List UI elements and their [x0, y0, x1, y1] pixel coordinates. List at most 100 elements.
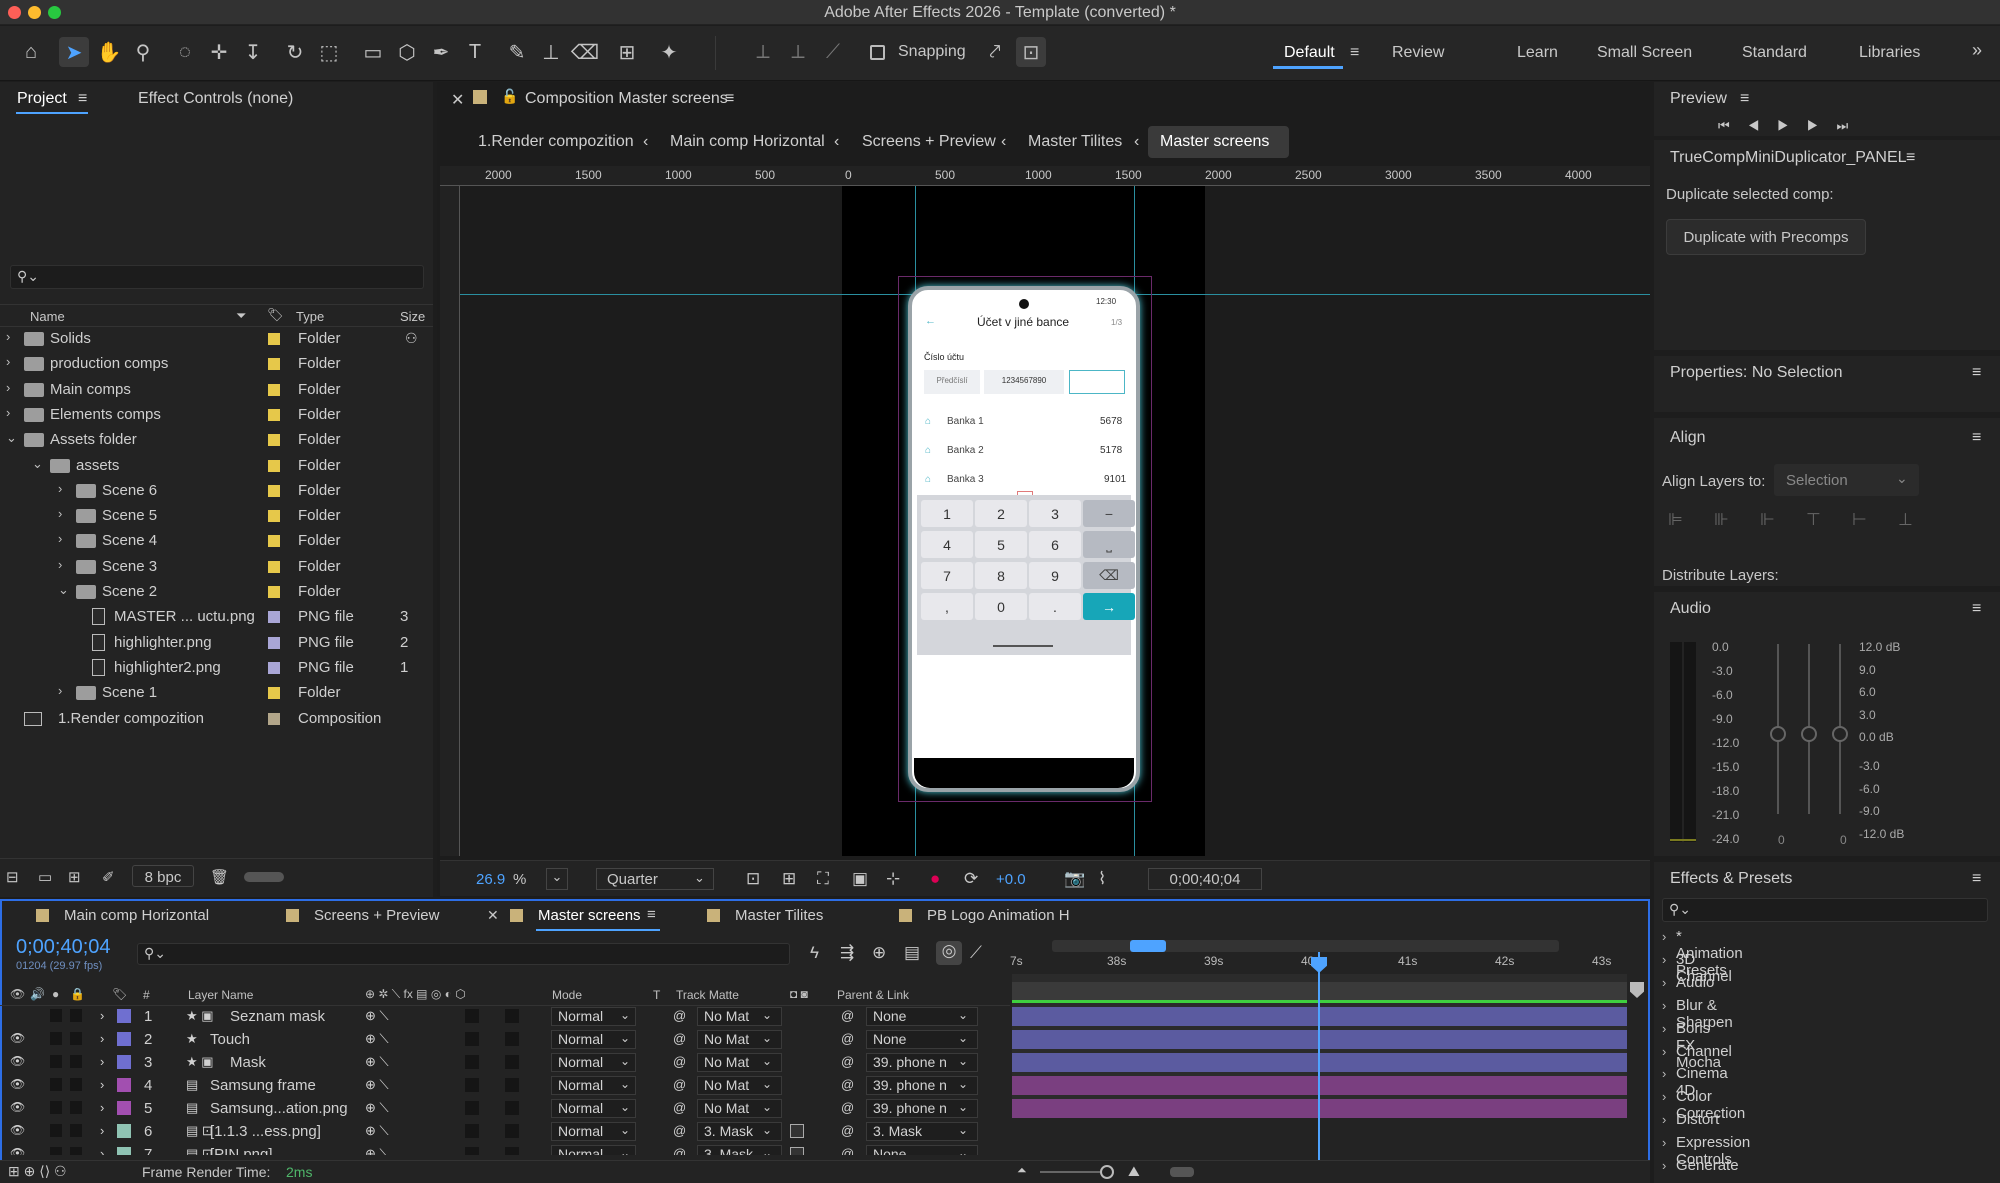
project-item[interactable]: highlighter2.png PNG file 1: [0, 655, 430, 680]
pickwhip-icon[interactable]: @: [673, 1123, 686, 1138]
layer-row[interactable]: 👁 › 3 ★ ▣ Mask ⊕ ⟍ Normal ⌄ @ No Mat ⌄ @39. phone n…: [0, 1051, 1010, 1074]
preview-menu-icon[interactable]: ≡: [1740, 90, 1749, 108]
label-swatch[interactable]: [268, 712, 280, 725]
lock-toggle[interactable]: [70, 1101, 82, 1114]
project-item[interactable]: › Scene 4 Folder: [0, 528, 430, 553]
chevron-right-icon[interactable]: ›: [1662, 1112, 1666, 1127]
label-swatch[interactable]: [268, 333, 280, 345]
zoom-tool-icon[interactable]: ⚲: [128, 37, 158, 67]
layer-row[interactable]: 👁 › 2 ★ Touch ⊕ ⟍ Normal ⌄ @ No Mat ⌄ @ None ⌄: [0, 1028, 1010, 1051]
align-top-icon[interactable]: ⊤: [1806, 510, 1821, 530]
comp-flowchart-icon[interactable]: ⇶: [840, 943, 854, 963]
layer-switch-box[interactable]: [465, 1101, 479, 1115]
tab-effect-controls[interactable]: Effect Controls (none): [138, 90, 293, 108]
zoom-in-icon[interactable]: ⛰: [1128, 1163, 1140, 1180]
project-item[interactable]: ⌄ Scene 2 Folder: [0, 579, 430, 604]
exposure-value[interactable]: +0.0: [996, 871, 1026, 888]
project-item[interactable]: highlighter.png PNG file 2: [0, 630, 430, 655]
parent-pickwhip-icon[interactable]: @: [841, 1054, 854, 1069]
label-swatch[interactable]: [268, 687, 280, 700]
workspace-small-screen[interactable]: Small Screen: [1597, 44, 1692, 62]
parent-pickwhip-icon[interactable]: @: [841, 1031, 854, 1046]
breadcrumb-master-screens[interactable]: Master screens: [1160, 133, 1269, 151]
chevron-right-icon[interactable]: ›: [1662, 929, 1666, 944]
layer-row[interactable]: 👁 › 6 ▤ ⊡ [1.1.3 ...ess.png] ⊕ ⟍ Normal ⌄ @3. Ma…: [0, 1120, 1010, 1143]
axis-view-icon[interactable]: ⟋: [818, 37, 848, 67]
properties-menu-icon[interactable]: ≡: [1972, 364, 1981, 382]
snap-edge-icon[interactable]: ⤤: [980, 37, 1010, 67]
close-comp-tab-icon[interactable]: ✕: [451, 90, 464, 110]
chevron-right-icon[interactable]: ›: [1662, 1021, 1666, 1036]
channels-icon[interactable]: ●: [930, 869, 940, 889]
layer-switch-box[interactable]: [505, 1124, 519, 1138]
clone-stamp-tool-icon[interactable]: ⊥: [536, 37, 566, 67]
label-swatch[interactable]: [268, 661, 280, 674]
layer-switches-icon[interactable]: ⊕ ⟍: [365, 1146, 389, 1155]
breadcrumb-main-comp-horizontal[interactable]: Main comp Horizontal: [670, 133, 825, 151]
current-time-display[interactable]: 0;00;40;04: [1148, 868, 1262, 890]
roto-brush-tool-icon[interactable]: ⊞: [612, 37, 642, 67]
toggle-switches-icon[interactable]: ⊞ ⊕ ⟨⟩ ⚇: [8, 1163, 67, 1180]
layer-row[interactable]: 👁 › 7 ▤ ⊡ [PIN.png] ⊕ ⟍ Normal ⌄ @3. Mask ⌄ @ None ⌄: [0, 1143, 1010, 1155]
label-column-icon[interactable]: 🏷: [267, 307, 284, 323]
solo-toggle[interactable]: [50, 1147, 62, 1155]
layer-switches-icon[interactable]: ⊕ ⟍: [365, 1077, 389, 1093]
audio-visibility-icon[interactable]: 🔊: [30, 987, 45, 1001]
chevron-down-icon[interactable]: ⌄: [32, 456, 43, 472]
effect-category[interactable]: Audio: [1676, 974, 1714, 991]
layer-switch-box[interactable]: [465, 1147, 479, 1155]
parent-pickwhip-icon[interactable]: @: [841, 1077, 854, 1092]
region-of-interest-icon[interactable]: ▣: [852, 869, 868, 889]
chevron-right-icon[interactable]: ›: [58, 481, 62, 496]
lock-toggle[interactable]: [70, 1147, 82, 1155]
project-item[interactable]: ⌄ Assets folder Folder: [0, 427, 430, 452]
align-left-icon[interactable]: ⊫: [1668, 510, 1683, 530]
layer-label-swatch[interactable]: [117, 1032, 131, 1046]
more-workspaces-icon[interactable]: »: [1972, 40, 1982, 61]
project-item[interactable]: › Scene 3 Folder: [0, 554, 430, 579]
axis-local-icon[interactable]: ⟂: [748, 37, 778, 67]
layer-label-swatch[interactable]: [117, 1055, 131, 1069]
home-icon[interactable]: ⌂: [16, 37, 46, 67]
layer-name[interactable]: Samsung...ation.png: [210, 1100, 348, 1117]
solo-toggle[interactable]: [50, 1124, 62, 1137]
layer-switches-icon[interactable]: ⊕ ⟍: [365, 1031, 389, 1047]
chevron-right-icon[interactable]: ›: [1662, 1158, 1666, 1173]
axis-world-icon[interactable]: ⟂: [783, 37, 813, 67]
timeline-tab[interactable]: Screens + Preview: [314, 907, 439, 924]
shy-layers-icon[interactable]: ⊕: [872, 943, 886, 963]
comp-menu-icon[interactable]: ≡: [725, 90, 734, 108]
layer-search-input[interactable]: ⚲⌄: [137, 943, 790, 965]
timeline-tab[interactable]: PB Logo Animation H: [927, 907, 1070, 924]
mask-visibility-icon[interactable]: ⛶: [817, 869, 829, 889]
layer-row[interactable]: 👁 › 4 ▤ Samsung frame ⊕ ⟍ Normal ⌄ @ No Mat ⌄ @39. …: [0, 1074, 1010, 1097]
snapshot-icon[interactable]: 📷: [1064, 869, 1085, 889]
layer-switches-icon[interactable]: ⊕ ⟍: [365, 1008, 389, 1024]
layer-switch-box[interactable]: [505, 1032, 519, 1046]
selection-tool-icon[interactable]: ➤: [59, 37, 89, 67]
pickwhip-icon[interactable]: @: [673, 1008, 686, 1023]
eraser-tool-icon[interactable]: ⌫: [570, 37, 600, 67]
chevron-right-icon[interactable]: ›: [100, 1146, 104, 1155]
timeline-zoom-knob[interactable]: [1100, 1165, 1114, 1179]
3d-cube-tool-icon[interactable]: ⬡: [392, 37, 422, 67]
label-swatch[interactable]: [268, 383, 280, 396]
eye-icon[interactable]: 👁: [10, 1100, 25, 1114]
layer-switches-icon[interactable]: ⊕ ⟍: [365, 1054, 389, 1070]
eye-icon[interactable]: 👁: [10, 1146, 25, 1155]
layer-switch-box[interactable]: [465, 1124, 479, 1138]
solo-toggle[interactable]: [50, 1101, 62, 1114]
layer-label-swatch[interactable]: [117, 1147, 131, 1155]
parent-pickwhip-icon[interactable]: @: [841, 1008, 854, 1023]
workspace-learn[interactable]: Learn: [1517, 44, 1558, 62]
pickwhip-icon[interactable]: @: [673, 1077, 686, 1092]
layer-row[interactable]: › 1 ★ ▣ Seznam mask ⊕ ⟍ Normal ⌄ @ No Mat ⌄ @ None ⌄: [0, 1005, 1010, 1028]
lock-toggle[interactable]: [70, 1055, 82, 1068]
chevron-right-icon[interactable]: ›: [1662, 998, 1666, 1013]
eye-icon[interactable]: 👁: [10, 1031, 25, 1045]
chevron-right-icon[interactable]: ›: [6, 329, 10, 344]
solo-toggle[interactable]: [50, 1055, 62, 1068]
label-swatch[interactable]: [268, 586, 280, 598]
audio-menu-icon[interactable]: ≡: [1972, 600, 1981, 618]
show-snapshot-icon[interactable]: ⌇: [1098, 869, 1106, 889]
